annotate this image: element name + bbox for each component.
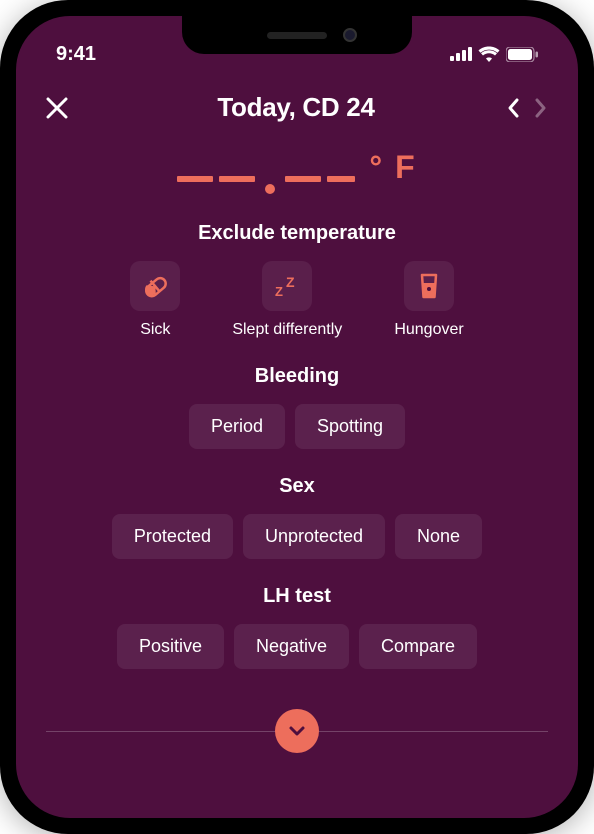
temperature-input[interactable]: ° F <box>16 135 578 204</box>
speaker <box>267 32 327 39</box>
close-button[interactable] <box>46 97 86 119</box>
chevron-right-icon <box>534 97 548 119</box>
option-none[interactable]: None <box>395 514 482 559</box>
battery-icon <box>506 47 538 62</box>
page-title: Today, CD 24 <box>217 92 374 123</box>
temperature-unit: ° F <box>369 149 416 186</box>
chevron-left-icon <box>506 97 520 119</box>
option-protected[interactable]: Protected <box>112 514 233 559</box>
close-icon <box>46 97 68 119</box>
sleep-icon: ZZ <box>272 274 302 298</box>
option-unprotected[interactable]: Unprotected <box>243 514 385 559</box>
glass-icon <box>417 272 441 300</box>
svg-text:Z: Z <box>286 274 295 290</box>
section-title-sex: Sex <box>46 475 548 498</box>
scroll-down-button[interactable] <box>275 709 319 753</box>
section-title-lh: LH test <box>46 585 548 608</box>
sex-section: Sex Protected Unprotected None <box>16 457 578 567</box>
exclude-temperature-section: Exclude temperature Sick ZZ Slept differ… <box>16 204 578 347</box>
option-period[interactable]: Period <box>189 404 285 449</box>
temp-digit-placeholder <box>285 176 321 182</box>
status-indicators <box>450 46 538 62</box>
status-time: 9:41 <box>56 43 96 66</box>
date-nav <box>506 97 548 119</box>
temp-digit-placeholder <box>177 176 213 182</box>
option-positive[interactable]: Positive <box>117 624 224 669</box>
temp-digit-placeholder <box>219 176 255 182</box>
option-spotting[interactable]: Spotting <box>295 404 405 449</box>
header: Today, CD 24 <box>16 72 578 135</box>
option-sick[interactable]: Sick <box>130 261 180 339</box>
option-negative[interactable]: Negative <box>234 624 349 669</box>
temp-decimal-point <box>265 184 275 194</box>
phone-frame: 9:41 Today, CD 24 <box>0 0 594 834</box>
temp-digit-placeholder <box>327 176 355 182</box>
option-slept-differently[interactable]: ZZ Slept differently <box>232 261 342 339</box>
option-label: Hungover <box>394 321 463 339</box>
option-label: Slept differently <box>232 321 342 339</box>
section-title-bleeding: Bleeding <box>46 365 548 388</box>
front-camera <box>343 28 357 42</box>
next-day-button[interactable] <box>534 97 548 119</box>
bleeding-section: Bleeding Period Spotting <box>16 347 578 457</box>
device-notch <box>182 16 412 54</box>
chevron-down-icon <box>288 725 306 737</box>
option-hungover[interactable]: Hungover <box>394 261 463 339</box>
lh-test-section: LH test Positive Negative Compare <box>16 567 578 677</box>
prev-day-button[interactable] <box>506 97 520 119</box>
app-screen: 9:41 Today, CD 24 <box>16 16 578 818</box>
signal-icon <box>450 47 472 61</box>
pill-icon <box>141 272 169 300</box>
svg-text:Z: Z <box>275 284 283 298</box>
option-label: Sick <box>140 321 170 339</box>
option-compare[interactable]: Compare <box>359 624 477 669</box>
scroll-indicator <box>16 701 578 761</box>
wifi-icon <box>478 46 500 62</box>
section-title-exclude: Exclude temperature <box>46 222 548 245</box>
